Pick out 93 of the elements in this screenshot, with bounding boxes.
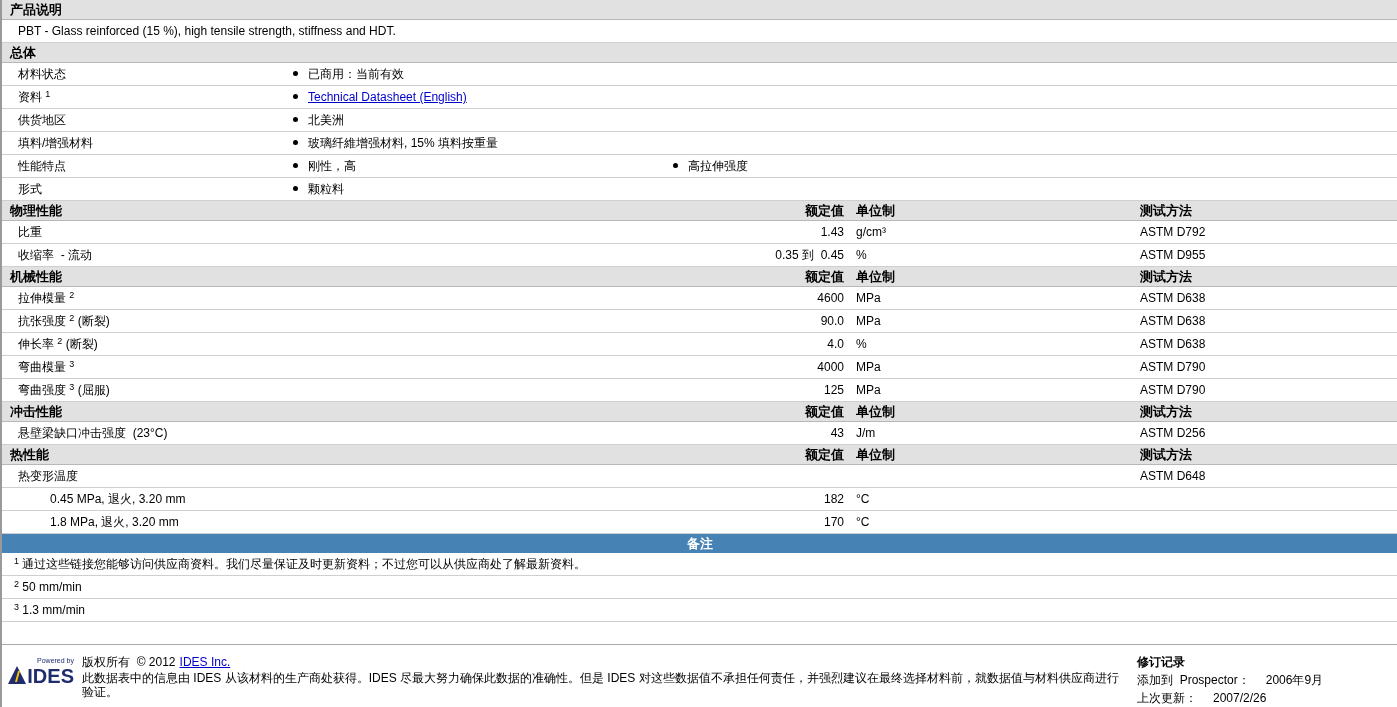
column-heading: 额定值	[805, 269, 844, 284]
value-text: 43	[830, 426, 844, 440]
test-method: ASTM D790	[1140, 383, 1206, 397]
disclaimer-text: 此数据表中的信息由 IDES 从该材料的生产商处获得。IDES 尽最大努力确保此数据的准确性。但是 IDES 对这些数据值不承担任何责任，并强烈建议在最终选择材料前，就数据值与材料供应商进行验证。	[82, 671, 1120, 699]
unit-text: %	[856, 337, 867, 351]
description-text: PBT - Glass reinforced (15 %), high tensile strength, stiffness and HDT.	[18, 24, 396, 38]
test-method: ASTM D638	[1140, 314, 1206, 328]
column-heading: 额定值	[805, 203, 844, 218]
property-label: 填料/增强材料	[18, 136, 94, 150]
revision-title: 修订记录	[1137, 654, 1186, 671]
property-label: 材料状态	[18, 67, 66, 81]
test-method: ASTM D638	[1140, 337, 1206, 351]
property-name: 热变形温度	[18, 469, 78, 483]
revision-label: 添加到 Prospector：	[1137, 673, 1250, 687]
property-value: 高拉伸强度	[688, 159, 748, 173]
value-text: 125	[823, 383, 844, 397]
unit-text: MPa	[856, 314, 881, 328]
property-name: 弯曲强度 $^{3}$ (屈服)	[18, 383, 110, 397]
property-name: 弯曲模量 $^{3}$	[18, 360, 75, 374]
property-name: 收缩率 - 流动	[18, 248, 92, 262]
property-name: 拉伸模量 $^{2}$	[18, 291, 75, 305]
property-name: 悬壁梁缺口冲击强度 (23°C)	[18, 426, 168, 440]
property-name: 0.45 MPa, 退火, 3.20 mm	[50, 492, 186, 506]
footnote-text: $^{3}$ 1.3 mm/min	[14, 603, 86, 617]
bullet-icon	[293, 163, 298, 169]
test-method: ASTM D955	[1140, 248, 1206, 262]
column-heading: 测试方法	[1140, 404, 1192, 419]
unit-text: °C	[856, 492, 870, 506]
column-heading: 测试方法	[1140, 269, 1192, 284]
property-value: 颗粒料	[308, 182, 344, 196]
value-text: 182	[823, 492, 844, 506]
test-method: ASTM D638	[1140, 291, 1206, 305]
unit-text: MPa	[856, 291, 881, 305]
property-value: 刚性，高	[308, 159, 356, 173]
property-label: 供货地区	[18, 113, 66, 127]
unit-text: %	[856, 248, 867, 262]
property-label: 资料 $^{1}$	[18, 90, 51, 104]
column-heading: 单位制	[856, 404, 895, 419]
bullet-icon	[293, 186, 298, 192]
column-heading: 单位制	[856, 203, 895, 218]
triangle-logo-icon	[7, 665, 28, 685]
property-value: 北美洲	[308, 113, 344, 127]
property-name: 抗张强度 $^{2}$ (断裂)	[18, 314, 110, 328]
section-title: 冲击性能	[10, 404, 62, 419]
logo-wordmark: IDES	[27, 667, 74, 685]
test-method: ASTM D256	[1140, 426, 1206, 440]
unit-text: MPa	[856, 360, 881, 374]
bullet-icon	[293, 94, 298, 100]
unit-text: MPa	[856, 383, 881, 397]
section-title: 热性能	[10, 447, 49, 462]
column-heading: 额定值	[805, 447, 844, 462]
value-text: 90.0	[820, 314, 844, 328]
value-text: 0.35 到 0.45	[775, 248, 844, 262]
property-name: 伸长率 $^{2}$ (断裂)	[18, 337, 98, 351]
property-value: 已商用：当前有效	[308, 67, 404, 81]
section-title: 机械性能	[10, 269, 62, 284]
property-label: 形式	[18, 182, 42, 196]
section-title: 物理性能	[10, 203, 62, 218]
property-label: 性能特点	[18, 159, 66, 173]
unit-text: g/cm³	[856, 225, 886, 239]
value-text: 1.43	[820, 225, 844, 239]
datasheet-link[interactable]: Technical Datasheet (English)	[308, 90, 467, 104]
value-text: 4600	[817, 291, 844, 305]
revision-value: 2006年9月	[1265, 673, 1324, 687]
bullet-icon	[293, 140, 298, 146]
value-text: 170	[823, 515, 844, 529]
column-heading: 测试方法	[1140, 203, 1192, 218]
footnote-text: $^{2}$ 50 mm/min	[14, 580, 82, 594]
column-heading: 额定值	[805, 404, 844, 419]
value-text: 4000	[817, 360, 844, 374]
value-text: 4.0	[827, 337, 844, 351]
company-link[interactable]: IDES Inc.	[179, 655, 231, 669]
footnote-text: $^{1}$ 通过这些链接您能够访问供应商资料。我们尽量保证及时更新资料；不过您可以从供应商处了解最新资料。	[14, 557, 587, 571]
column-heading: 单位制	[856, 269, 895, 284]
section-title: 产品说明	[10, 2, 62, 17]
property-name: 比重	[18, 225, 42, 239]
bullet-icon	[673, 163, 678, 169]
test-method: ASTM D792	[1140, 225, 1206, 239]
copyright-text: 版权所有 © 2012	[82, 655, 176, 669]
notes-title: 备注	[686, 536, 713, 551]
revision-value: 2007/2/26	[1213, 691, 1267, 705]
section-title: 总体	[10, 45, 36, 60]
bullet-icon	[293, 117, 298, 123]
property-value: 玻璃纤維增强材料, 15% 填料按重量	[308, 136, 499, 150]
column-heading: 测试方法	[1140, 447, 1192, 462]
unit-text: J/m	[856, 426, 876, 440]
revision-label: 上次更新：	[1137, 691, 1197, 705]
bullet-icon	[293, 71, 298, 77]
test-method: ASTM D790	[1140, 360, 1206, 374]
unit-text: °C	[856, 515, 870, 529]
column-heading: 单位制	[856, 447, 895, 462]
test-method: ASTM D648	[1140, 469, 1206, 483]
property-name: 1.8 MPa, 退火, 3.20 mm	[50, 515, 179, 529]
